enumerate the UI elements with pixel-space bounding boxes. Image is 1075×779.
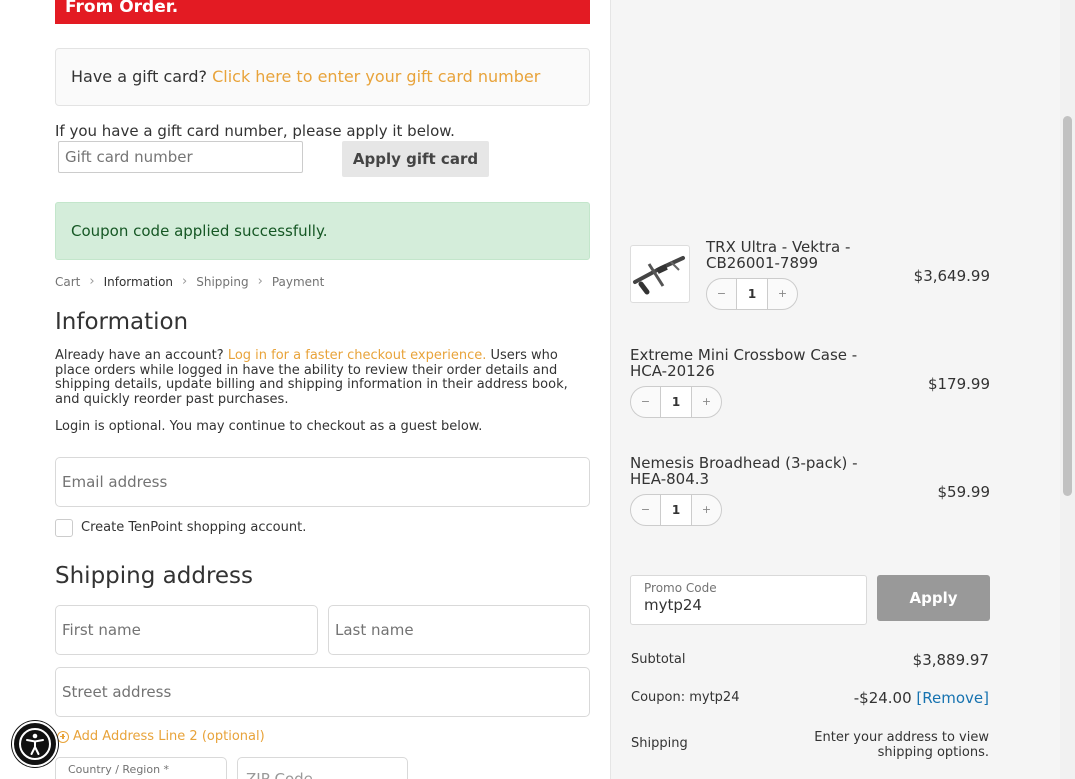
login-optional-note: Login is optional. You may continue to c… [55,419,483,434]
coupon-row-value: -$24.00 [Remove] [854,689,989,707]
cart-item-name: TRX Ultra - Vektra - CB26001-7899 [706,238,851,272]
cart-item-price: $179.99 [927,375,990,393]
gift-card-help: If you have a gift card number, please a… [55,122,455,140]
breadcrumb-shipping: Shipping [196,274,249,289]
account-info-text: Already have an account? Log in for a fa… [55,348,595,407]
increase-quantity-button[interactable]: + [767,278,798,310]
login-link[interactable]: Log in for a faster checkout experience. [228,348,487,363]
subtotal-label: Subtotal [631,652,686,667]
country-select[interactable]: Country / Region * [55,757,227,779]
coupon-discount: -$24.00 [853,689,912,707]
increase-quantity-button[interactable]: + [691,494,722,526]
subtotal-value: $3,889.97 [912,651,989,669]
promo-banner: From Order. [55,0,590,24]
apply-promo-button[interactable]: Apply [877,575,990,621]
quantity-stepper: − 1 + [630,386,722,418]
first-name-placeholder: First name [62,621,141,639]
gift-card-prompt: Have a gift card? [71,67,207,86]
shipping-value: Enter your address to view shipping opti… [814,730,989,760]
shipping-address-heading: Shipping address [55,563,254,589]
quantity-value[interactable]: 1 [737,278,767,310]
promo-code-value: mytp24 [644,596,702,614]
quantity-stepper: − 1 + [706,278,798,310]
scrollbar[interactable] [1060,0,1075,779]
zip-field[interactable]: ZIP Code [237,757,408,779]
chevron-right-icon: › [257,274,263,289]
apply-gift-card-button[interactable]: Apply gift card [342,141,489,177]
decrease-quantity-button[interactable]: − [630,494,661,526]
cart-item-price: $3,649.99 [913,267,990,285]
breadcrumb-information: Information [103,274,174,289]
information-heading: Information [55,309,189,335]
cart-item-name: Nemesis Broadhead (3-pack) - HEA-804.3 [630,454,858,488]
last-name-field[interactable]: Last name [328,605,590,655]
accessibility-button[interactable] [12,721,58,767]
gift-card-box: Have a gift card? Click here to enter yo… [55,48,590,106]
chevron-right-icon: › [182,274,188,289]
shipping-label: Shipping [631,736,688,751]
plus-circle-icon [57,730,69,743]
coupon-success-notice: Coupon code applied successfully. [55,202,590,260]
street-placeholder: Street address [62,683,172,701]
create-account-checkbox[interactable] [55,519,73,537]
gift-card-link[interactable]: Click here to enter your gift card numbe… [212,67,540,86]
add-address-line-2-label: Add Address Line 2 (optional) [73,729,265,744]
cart-item-name: Extreme Mini Crossbow Case - HCA-20126 [630,346,858,380]
email-field[interactable]: Email address [55,457,590,507]
decrease-quantity-button[interactable]: − [630,386,661,418]
breadcrumb: Cart › Information › Shipping › Payment [55,274,324,289]
remove-coupon-link[interactable]: [Remove] [916,689,989,707]
checkout-form-panel: From Order. Have a gift card? Click here… [0,0,610,779]
last-name-placeholder: Last name [335,621,414,639]
crossbow-image [633,256,685,295]
email-placeholder: Email address [62,473,168,491]
country-label: Country / Region * [68,763,170,776]
quantity-stepper: − 1 + [630,494,722,526]
promo-code-label: Promo Code [644,581,717,595]
decrease-quantity-button[interactable]: − [706,278,737,310]
account-prefix: Already have an account? [55,348,224,363]
scrollbar-thumb[interactable] [1063,116,1072,496]
breadcrumb-payment: Payment [271,274,325,289]
first-name-field[interactable]: First name [55,605,318,655]
breadcrumb-cart[interactable]: Cart [55,275,80,289]
zip-placeholder: ZIP Code [246,770,313,779]
promo-code-field[interactable]: Promo Code mytp24 [630,575,867,625]
create-account-label[interactable]: Create TenPoint shopping account. [81,520,306,535]
cart-item-price: $59.99 [937,483,991,501]
accessibility-icon [19,728,51,760]
quantity-value[interactable]: 1 [661,494,691,526]
gift-card-input[interactable] [58,141,303,173]
add-address-line-2[interactable]: Add Address Line 2 (optional) [57,729,265,744]
street-address-field[interactable]: Street address [55,667,590,717]
chevron-right-icon: › [89,274,95,289]
increase-quantity-button[interactable]: + [691,386,722,418]
product-image-trx-ultra [630,245,690,303]
quantity-value[interactable]: 1 [661,386,691,418]
coupon-label: Coupon: mytp24 [631,690,740,705]
